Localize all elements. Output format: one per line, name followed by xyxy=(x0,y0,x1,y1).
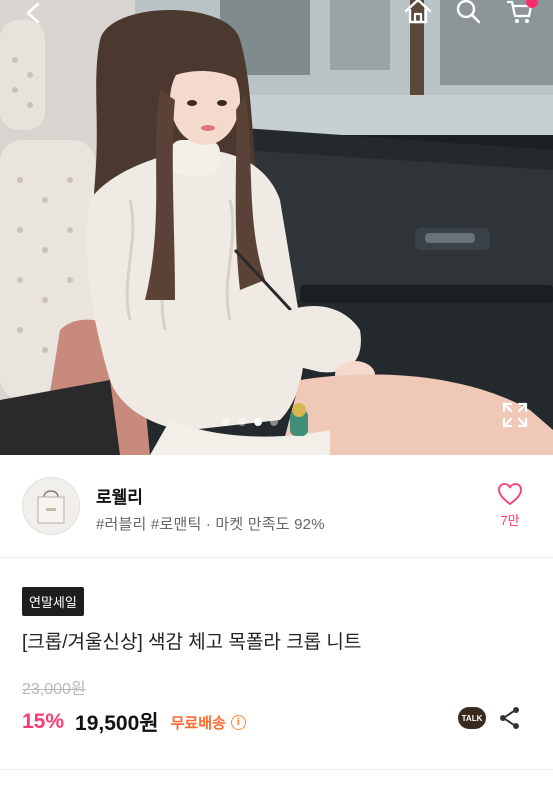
store-avatar[interactable] xyxy=(22,477,80,535)
gallery-pagination xyxy=(222,418,278,426)
gallery-dot-active[interactable] xyxy=(254,418,262,426)
gallery-dot[interactable] xyxy=(238,418,246,426)
cart-badge xyxy=(526,0,538,8)
store-tags: #러블리 #로맨틱 · 마켓 만족도 92% xyxy=(96,516,325,533)
like-count: 7만 xyxy=(500,513,520,528)
search-button[interactable] xyxy=(448,0,488,26)
sale-price: 19,500원 xyxy=(75,712,159,735)
price-row: 15% 19,500원 무료배송 i xyxy=(22,707,246,737)
cart-button[interactable] xyxy=(500,0,540,26)
search-icon xyxy=(456,0,481,24)
like-button[interactable]: 7만 xyxy=(492,482,528,542)
talk-button[interactable]: TALK xyxy=(458,707,486,729)
gallery-dot[interactable] xyxy=(270,418,278,426)
original-price: 23,000원 xyxy=(22,681,86,698)
fullscreen-button[interactable] xyxy=(498,398,532,432)
product-photo xyxy=(0,0,553,455)
divider xyxy=(0,769,553,770)
back-button[interactable] xyxy=(14,0,54,28)
store-name[interactable]: 로웰리 xyxy=(96,483,143,508)
share-icon xyxy=(500,707,519,729)
product-image-gallery[interactable] xyxy=(0,0,553,455)
free-shipping-label: 무료배송 xyxy=(170,714,226,732)
heart-icon xyxy=(498,483,522,505)
store-info-row[interactable]: 로웰리 #러블리 #로맨틱 · 마켓 만족도 92% 7만 xyxy=(0,455,553,558)
home-icon xyxy=(404,0,432,24)
gallery-dot[interactable] xyxy=(222,418,230,426)
share-button[interactable] xyxy=(497,705,523,731)
product-title: [크롭/겨울신상] 색감 체고 목폴라 크롭 니트 xyxy=(22,632,362,653)
expand-icon xyxy=(502,402,528,428)
back-icon xyxy=(26,2,40,24)
shipping-info-icon[interactable]: i xyxy=(230,714,246,730)
sale-badge: 연말세일 xyxy=(22,587,84,616)
discount-rate: 15% xyxy=(22,710,65,733)
product-info: 연말세일 [크롭/겨울신상] 색감 체고 목폴라 크롭 니트 23,000원 1… xyxy=(0,559,553,796)
tote-bag-logo xyxy=(37,490,65,524)
home-button[interactable] xyxy=(398,0,438,26)
